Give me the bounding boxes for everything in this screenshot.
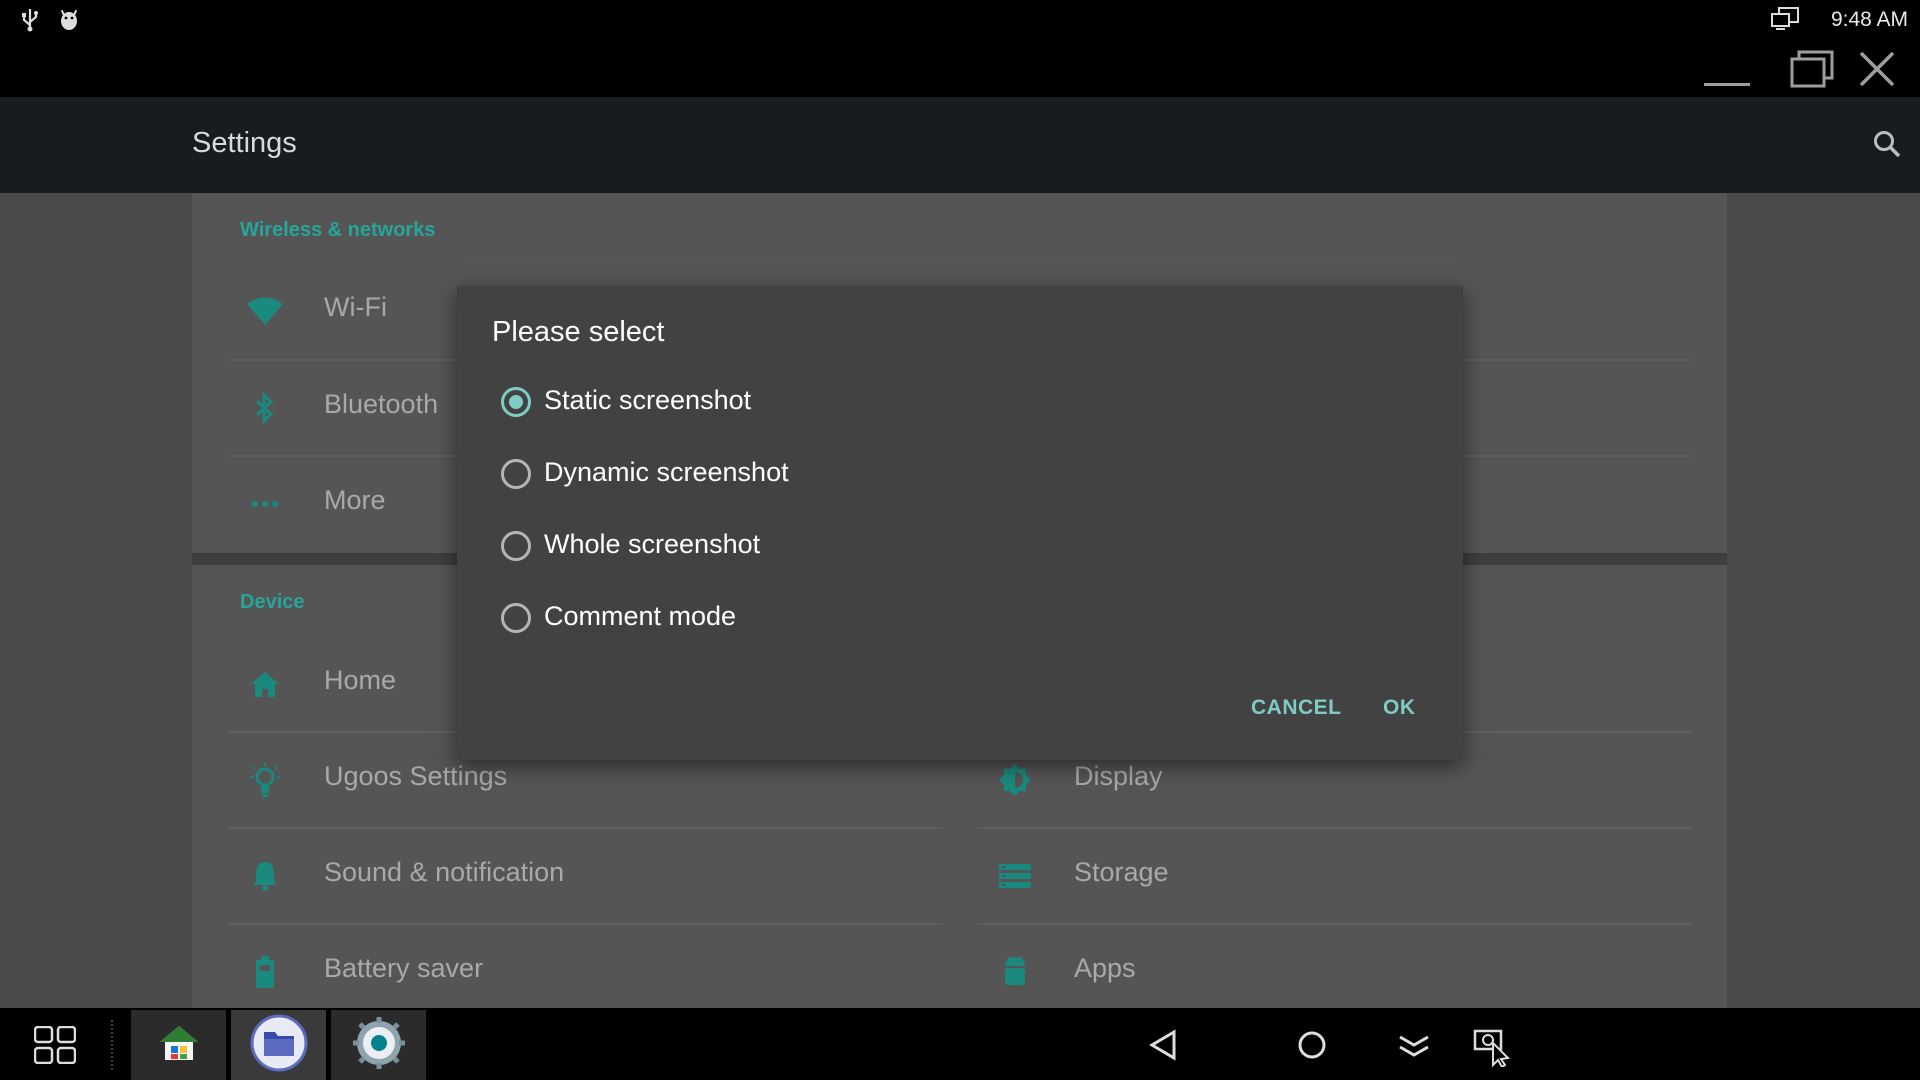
notifications-icon[interactable] xyxy=(1389,1020,1439,1070)
app-grid-icon[interactable] xyxy=(33,1025,77,1069)
lightbulb-icon xyxy=(240,732,290,828)
taskbar xyxy=(0,1008,1920,1080)
file-manager-icon xyxy=(250,1014,308,1077)
settings-item-label: Apps xyxy=(1074,953,1136,983)
status-time: 9:48 AM xyxy=(1830,8,1908,31)
radio-checked[interactable] xyxy=(501,387,531,417)
option-comment-mode[interactable]: Comment mode xyxy=(501,587,1201,647)
home-launcher-icon xyxy=(158,1024,200,1067)
android-debug-icon xyxy=(58,8,80,37)
settings-item-storage[interactable]: Storage xyxy=(990,828,1690,924)
settings-item-label: Ugoos Settings xyxy=(324,761,508,791)
settings-item-label: Sound & notification xyxy=(324,857,565,887)
option-whole-screenshot[interactable]: Whole screenshot xyxy=(501,515,1201,575)
radio-unchecked[interactable] xyxy=(501,603,531,633)
settings-item-label: More xyxy=(324,485,386,515)
minimize-icon[interactable] xyxy=(1704,58,1750,93)
settings-item-sound[interactable]: Sound & notification xyxy=(240,828,940,924)
bluetooth-icon xyxy=(240,360,290,456)
bell-icon xyxy=(240,828,290,924)
back-icon[interactable] xyxy=(1138,1020,1188,1070)
restore-icon[interactable] xyxy=(1790,50,1834,93)
option-label: Static screenshot xyxy=(544,385,752,415)
settings-item-label: Battery saver xyxy=(324,953,484,983)
status-bar: 9:48 AM xyxy=(0,0,1920,97)
ok-button[interactable]: OK xyxy=(1383,696,1416,720)
usb-icon xyxy=(20,8,40,37)
app-bar: Settings xyxy=(0,97,1920,193)
taskbar-separator xyxy=(111,1020,113,1070)
wifi-icon xyxy=(240,263,290,359)
settings-item-label: Display xyxy=(1074,761,1163,791)
settings-item-apps[interactable]: Apps xyxy=(990,924,1690,1020)
settings-item-label: Storage xyxy=(1074,857,1169,887)
android-icon xyxy=(990,924,1040,1020)
screenshot-mode-dialog: Please select Static screenshot Dynamic … xyxy=(457,286,1463,760)
settings-item-label: Home xyxy=(324,665,397,695)
option-label: Dynamic screenshot xyxy=(544,457,789,487)
screen-mirror-icon xyxy=(1770,6,1800,37)
home-icon xyxy=(240,636,290,732)
taskbar-app-settings[interactable] xyxy=(331,1010,426,1080)
battery-icon xyxy=(240,924,290,1020)
more-dots-icon xyxy=(240,456,290,552)
storage-icon xyxy=(990,828,1040,924)
option-label: Comment mode xyxy=(544,601,737,631)
settings-item-label: Wi-Fi xyxy=(324,292,387,322)
close-icon[interactable] xyxy=(1858,50,1896,93)
search-icon[interactable] xyxy=(1872,129,1902,164)
settings-item-label: Bluetooth xyxy=(324,389,439,419)
section-header-wireless: Wireless & networks xyxy=(240,219,436,241)
screenshot-icon[interactable] xyxy=(1466,1020,1516,1070)
cancel-button[interactable]: CANCEL xyxy=(1251,696,1342,720)
radio-unchecked[interactable] xyxy=(501,531,531,561)
option-dynamic-screenshot[interactable]: Dynamic screenshot xyxy=(501,443,1201,503)
page-title: Settings xyxy=(192,127,297,159)
settings-app-icon xyxy=(352,1016,405,1074)
home-nav-icon[interactable] xyxy=(1287,1020,1337,1070)
option-label: Whole screenshot xyxy=(544,529,761,559)
taskbar-app-home[interactable] xyxy=(131,1010,226,1080)
settings-item-battery[interactable]: Battery saver xyxy=(240,924,940,1020)
taskbar-app-files[interactable] xyxy=(231,1010,326,1080)
section-header-device: Device xyxy=(240,591,305,613)
radio-unchecked[interactable] xyxy=(501,459,531,489)
option-static-screenshot[interactable]: Static screenshot xyxy=(501,371,1201,431)
dialog-title: Please select xyxy=(492,316,665,348)
